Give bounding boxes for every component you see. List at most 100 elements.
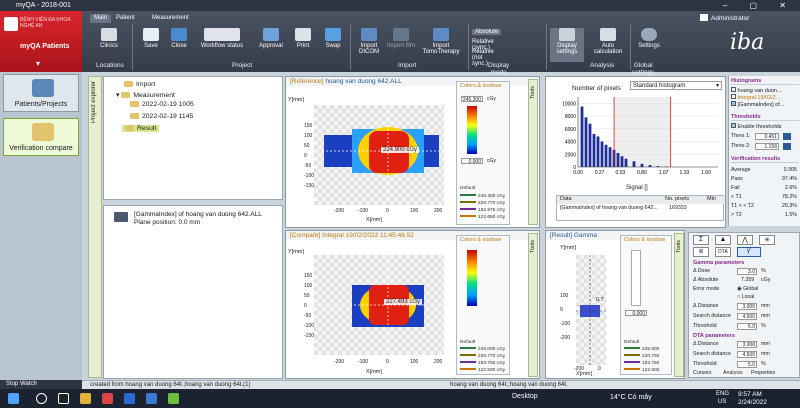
detail-title: [GammaIndex] of hoang van duong 642.ALL — [134, 211, 262, 218]
auto-calculation-button[interactable]: Auto calculation — [588, 28, 628, 55]
gamma-circle-icon[interactable]: ⊛ — [693, 247, 709, 257]
result-gamma-map[interactable] — [576, 255, 606, 365]
project-explorer-strip[interactable]: Project explorer — [88, 76, 102, 378]
file-explorer-icon[interactable] — [80, 393, 91, 404]
histogram-bar — [624, 158, 628, 167]
title-bar: myQA - 2018-001 – ▢ ✕ — [0, 0, 800, 11]
compare-dose-map[interactable] — [314, 255, 444, 355]
swap-button[interactable]: Swap — [316, 28, 350, 49]
y-tick-label: 2000 — [565, 152, 576, 158]
workflow-status-button[interactable]: Workflow status — [196, 28, 248, 49]
compare-tools-strip[interactable]: Tools — [528, 233, 538, 377]
tab-properties[interactable]: Properties — [751, 370, 775, 376]
peak-icon[interactable]: ⋀ — [737, 235, 753, 245]
save-icon — [143, 28, 159, 41]
table-row[interactable]: [GammaIndex] of hoang van duong 642... 1… — [557, 205, 725, 213]
project-tree: Import ▾ Measurement 2022-02-19 1005 202… — [103, 76, 283, 200]
folder-icon — [121, 92, 131, 98]
reference-iso-max[interactable]: 245.300 — [461, 96, 483, 103]
close-icon — [171, 28, 187, 41]
settings-button[interactable]: Settings — [632, 28, 666, 49]
import-dicom-button[interactable]: Import DICOM — [352, 28, 386, 55]
thres2-picker-icon[interactable] — [783, 143, 791, 150]
app-icon[interactable] — [102, 393, 113, 404]
radio-global[interactable]: ◉ Global — [737, 286, 758, 292]
error-mode-row: Error mode ◉ Global ○ Local — [693, 286, 759, 300]
tab-cursors[interactable]: Cursors — [693, 370, 712, 376]
weather-label[interactable]: 14°C Có mây — [610, 394, 652, 401]
reference-iso-min[interactable]: 0.000 — [461, 158, 483, 165]
display-settings-button[interactable]: Display settings — [550, 28, 584, 62]
star-icon[interactable]: ✳ — [759, 235, 775, 245]
result-tools-strip[interactable]: Tools — [674, 233, 684, 377]
thres1-picker-icon[interactable] — [783, 133, 791, 140]
task-view-icon[interactable] — [58, 393, 69, 404]
folder-icon — [125, 125, 134, 131]
x-tick-label: 0.80 — [637, 170, 647, 176]
chrome-icon[interactable] — [168, 393, 179, 404]
tree-node-result[interactable]: Result — [122, 125, 160, 132]
search-icon[interactable] — [36, 393, 47, 404]
chevron-down-icon: ▾ — [36, 59, 41, 68]
sidebar-item-verification-compare[interactable]: Verification compare — [3, 118, 79, 156]
tab-analysis[interactable]: Analysis — [721, 370, 745, 376]
thresholds-section: Thresholds Enable thresholds — [731, 114, 799, 130]
sidebar-item-patients-projects[interactable]: Patients/Projects — [3, 74, 79, 112]
language-label[interactable]: ENG — [716, 391, 729, 397]
histogram-type-select[interactable]: Standard histogram ▾ — [630, 81, 722, 90]
tab-patient[interactable]: Patient — [112, 14, 139, 23]
approval-button[interactable]: Approval — [254, 28, 288, 49]
app-menu[interactable]: BỆNH VIỆN ĐA KHOA NGHỆ AN myQA Patients … — [0, 11, 82, 72]
left-sidebar: Patients/Projects Verification compare — [0, 72, 82, 380]
histogram-item-gamma[interactable]: [GammaIndex] of... — [731, 101, 799, 108]
word-icon[interactable] — [146, 393, 157, 404]
radio-local[interactable]: ○ Local — [737, 294, 754, 300]
tab-main[interactable]: Main — [90, 14, 112, 23]
x-tick-label: 0.00 — [573, 170, 583, 176]
stop-watch-button[interactable]: Stop Watch — [0, 380, 82, 389]
sum-icon[interactable]: Σ — [693, 235, 709, 245]
print-button[interactable]: Print — [286, 28, 320, 49]
tree-node-measurement-1[interactable]: 2022-02-19 1005 — [130, 101, 194, 108]
thres1-input[interactable]: 0.451 — [755, 133, 779, 140]
clock-time[interactable]: 9:57 AM — [738, 391, 762, 398]
result-xlabel: X[mm] — [576, 371, 592, 377]
histogram-chart: 10000800060004000200000.00 0.27 0.53 0.80 1.… — [562, 97, 718, 176]
import-film-button[interactable]: Import film — [384, 28, 418, 49]
tab-measurement[interactable]: Measurement — [148, 14, 193, 23]
histogram-item-reference[interactable]: hoang van duon... — [731, 87, 799, 94]
result-iso-min[interactable]: 0.000 — [625, 310, 647, 317]
histogram-table: Data No. pixels Min [GammaIndex] of hoan… — [556, 195, 725, 221]
triangle-icon[interactable]: ▲ — [715, 235, 731, 245]
window-controls[interactable]: – ▢ ✕ — [723, 0, 796, 11]
tree-node-measurement-2[interactable]: 2022-02-19 1145 — [130, 113, 193, 120]
user-menu[interactable]: Administrator — [700, 14, 749, 22]
windows-start-icon[interactable] — [8, 393, 19, 404]
chevron-down-icon: ▾ — [715, 83, 719, 89]
dta-icon[interactable]: DTA — [715, 247, 731, 257]
histogram-bar — [632, 161, 636, 167]
status-right: hoang van duong 64t.;hoang van duong 64t… — [450, 382, 568, 388]
tree-node-measurement[interactable]: ▾ Measurement — [116, 91, 175, 99]
gamma-prime-icon[interactable]: γ' — [737, 247, 761, 257]
dta-row-search: Search distance 4.500 mm — [693, 351, 770, 358]
region-label: US — [718, 399, 727, 405]
enable-thresholds-checkbox[interactable]: Enable thresholds — [731, 123, 799, 130]
bottom-tabs: Cursors Analysis Properties — [689, 370, 799, 378]
edge-icon[interactable] — [124, 393, 135, 404]
reference-tools-strip[interactable]: Tools — [528, 79, 538, 225]
group-label-locations: Locations — [96, 62, 124, 69]
clock-date[interactable]: 2/24/2022 — [738, 399, 767, 406]
user-icon — [700, 14, 708, 21]
import-tomotherapy-button[interactable]: Import TomoTherapy — [418, 28, 464, 55]
display-mode-absolute[interactable]: Absolute — [472, 29, 502, 35]
close-button[interactable]: Close — [162, 28, 196, 49]
clinics-button[interactable]: Clinics — [92, 28, 126, 49]
desktop-label[interactable]: Desktop — [512, 393, 538, 400]
tree-node-import[interactable]: Import — [124, 81, 155, 88]
reference-dose-map[interactable] — [314, 105, 444, 205]
thres2-input[interactable]: 1.158 — [755, 143, 779, 150]
folder-icon — [130, 113, 139, 119]
histogram-item-compare[interactable]: Integral 19/02/2... — [731, 94, 799, 101]
reference-panel: [Reference] hoang van duong 642.ALL Y[mm… — [285, 76, 540, 228]
